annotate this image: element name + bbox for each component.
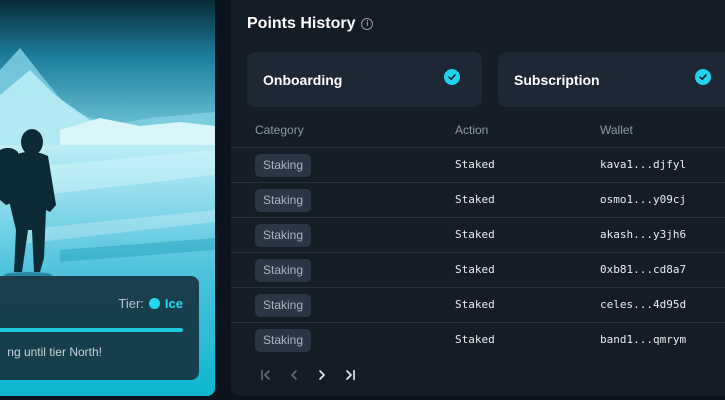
category-badge: Staking — [255, 294, 312, 317]
tier-ice-icon — [148, 298, 160, 309]
tier-label: Tier: — [118, 296, 144, 311]
panel-title: Points History — [247, 15, 356, 32]
milestone-card-onboarding[interactable]: Onboarding — [247, 52, 482, 107]
tier-progress-message: ng until tier North! — [7, 345, 102, 359]
column-header-category[interactable]: Category — [255, 123, 304, 137]
wallet-cell: band1...qmrym — [600, 333, 687, 346]
action-cell: Staked — [455, 228, 495, 241]
points-history-panel: Points History i Onboarding Subscription… — [231, 0, 725, 396]
wallet-cell: osmo1...y09cj — [600, 193, 687, 206]
milestone-label: Subscription — [514, 72, 600, 88]
column-header-wallet[interactable]: Wallet — [600, 123, 633, 137]
category-badge: Staking — [255, 189, 312, 212]
check-circle-icon — [444, 69, 460, 85]
first-page-icon[interactable] — [255, 367, 277, 383]
info-icon[interactable]: i — [361, 18, 374, 30]
table-row[interactable]: Staking Staked 0xb81...cd8a7 — [231, 253, 725, 288]
milestone-label: Onboarding — [263, 72, 343, 88]
action-cell: Staked — [455, 193, 495, 206]
milestone-card-subscription[interactable]: Subscription — [498, 52, 725, 107]
prev-page-icon[interactable] — [283, 367, 305, 383]
table-row[interactable]: Staking Staked kava1...djfyl — [231, 148, 725, 183]
table-row[interactable]: Staking Staked osmo1...y09cj — [231, 183, 725, 218]
action-cell: Staked — [455, 298, 495, 311]
wallet-cell: 0xb81...cd8a7 — [600, 263, 687, 276]
pagination — [255, 367, 361, 383]
category-badge: Staking — [255, 259, 312, 282]
tier-hero-card: Tier: Ice ng until tier North! — [0, 0, 215, 396]
category-badge: Staking — [255, 154, 312, 177]
category-badge: Staking — [255, 329, 312, 352]
points-history-table: Category Action Wallet Staking Staked ka… — [231, 113, 725, 358]
action-cell: Staked — [455, 333, 495, 346]
milestone-cards: Onboarding Subscription — [247, 52, 725, 107]
wallet-cell: akash...y3jh6 — [600, 228, 687, 241]
app-root: Tier: Ice ng until tier North! Points Hi… — [0, 0, 725, 400]
tier-indicator: Tier: Ice — [118, 296, 183, 311]
action-cell: Staked — [455, 158, 495, 171]
points-history-header: Points History i — [247, 15, 374, 33]
tier-value: Ice — [164, 296, 183, 311]
tier-progress-card: Tier: Ice ng until tier North! — [0, 276, 199, 380]
next-page-icon[interactable] — [311, 367, 333, 383]
wallet-cell: celes...4d95d — [600, 298, 687, 311]
table-row[interactable]: Staking Staked celes...4d95d — [231, 288, 725, 323]
check-circle-icon — [695, 69, 711, 85]
action-cell: Staked — [455, 263, 495, 276]
table-row[interactable]: Staking Staked akash...y3jh6 — [231, 218, 725, 253]
tier-progress-bar — [0, 328, 183, 332]
last-page-icon[interactable] — [339, 367, 361, 383]
wallet-cell: kava1...djfyl — [600, 158, 687, 171]
category-badge: Staking — [255, 224, 312, 247]
column-header-action[interactable]: Action — [455, 123, 488, 137]
table-header: Category Action Wallet — [231, 113, 725, 148]
table-row[interactable]: Staking Staked band1...qmrym — [231, 323, 725, 358]
